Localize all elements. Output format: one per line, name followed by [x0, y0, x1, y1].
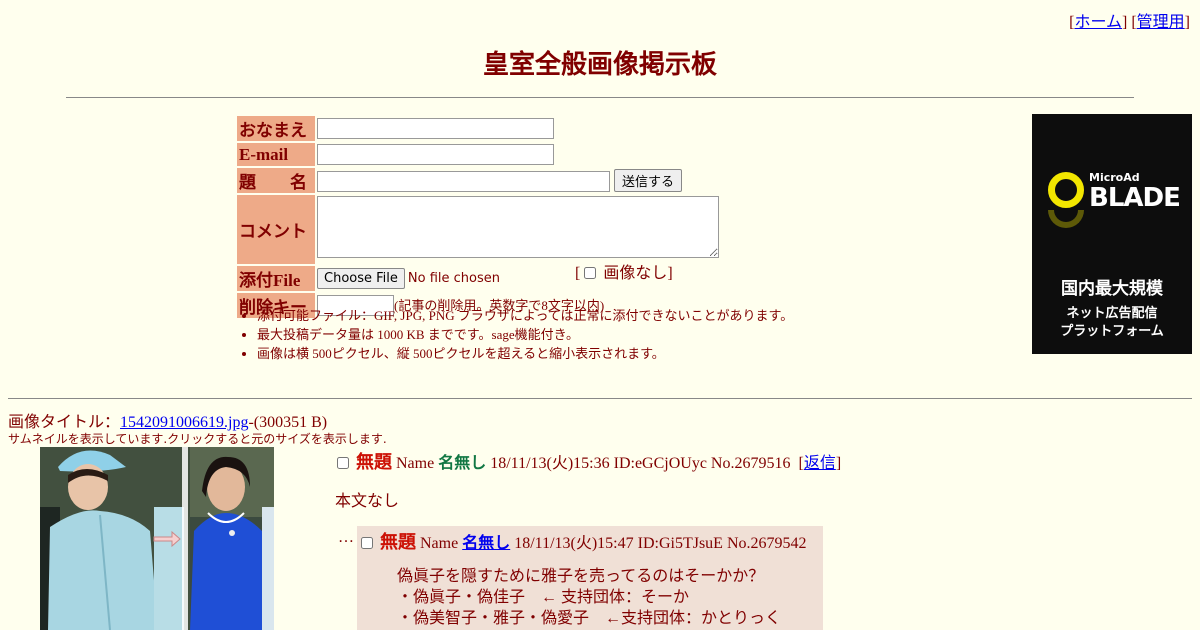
reply-marker: … [338, 529, 354, 546]
reply-line: ・偽美智子・雅子・偽愛子 ←支持団体：かとりっく [397, 610, 782, 627]
bracket: ] [1184, 14, 1190, 31]
op-delete-checkbox[interactable] [337, 457, 349, 469]
post-form: おなまえ E-mail 題 名 送信する コメント 添付File Choose … [237, 114, 720, 320]
bracket: ] [667, 265, 673, 282]
op-name-label: Name [396, 455, 435, 472]
bracket: [ [575, 265, 581, 282]
file-label: 添付File [237, 266, 315, 291]
name-input[interactable] [317, 118, 554, 139]
page-title: 皇室全般画像掲示板 [482, 50, 717, 80]
reply-header: 無題 Name 名無し 18/11/13(火)15:47 ID:Gi5TJsuE… [361, 528, 807, 554]
ad-logo-ring-icon [1048, 172, 1084, 208]
admin-link[interactable]: 管理用 [1137, 14, 1185, 31]
reply-date-id: 18/11/13(火)15:47 ID:Gi5TJsuE No.2679542 [514, 535, 807, 552]
ad-brand-big: BLADE [1089, 183, 1181, 213]
email-input[interactable] [317, 144, 554, 165]
reply-post: 無題 Name 名無し 18/11/13(火)15:47 ID:Gi5TJsuE… [357, 526, 823, 630]
subject-input[interactable] [317, 171, 610, 192]
comment-textarea[interactable] [317, 196, 719, 258]
name-label: おなまえ [237, 116, 315, 141]
posting-rules: 添付可能ファイル：GIF, JPG, PNG ブラウザによっては正常に添付できな… [237, 306, 793, 363]
op-body: 本文なし [335, 493, 400, 510]
subject-label: 題 名 [237, 168, 315, 193]
rule-item: 画像は横 500ピクセル、縦 500ピクセルを超えると縮小表示されます。 [257, 344, 793, 363]
ad-subline: ネット広告配信 [1066, 306, 1158, 321]
rule-item: 添付可能ファイル：GIF, JPG, PNG ブラウザによっては正常に添付できな… [257, 306, 793, 325]
bracket: ] [835, 455, 842, 472]
image-size: -(300351 B) [248, 414, 328, 431]
no-image-option: [ 画像なし] [575, 259, 673, 283]
reply-line: 偽眞子を隠すために雅子を売ってるのはそーかか？ [397, 568, 765, 585]
image-file-link[interactable]: 1542091006619.jpg [120, 414, 248, 431]
email-label: E-mail [237, 143, 315, 166]
ad-logo-reflection [1048, 210, 1084, 228]
rule-item: 最大投稿データ量は 1000 KB までです。sage機能付き。 [257, 325, 793, 344]
image-title-label: 画像タイトル： [8, 414, 121, 431]
home-link[interactable]: ホーム [1074, 14, 1122, 31]
reply-delete-checkbox[interactable] [361, 537, 373, 549]
thread-thumbnail[interactable] [40, 447, 274, 630]
file-status: No file chosen [407, 271, 500, 286]
no-image-label: 画像なし [603, 265, 668, 282]
comment-label: コメント [237, 195, 315, 264]
reply-subject: 無題 [380, 532, 416, 553]
ad-subline: プラットフォーム [1060, 324, 1164, 339]
top-nav: [ホーム] [管理用] [1069, 8, 1190, 32]
ad-banner[interactable]: MicroAd BLADE 国内最大規模 ネット広告配信 プラットフォーム [1032, 114, 1192, 354]
reply-line: ・偽眞子・偽佳子 ← 支持団体：そーか [397, 589, 690, 606]
op-name: 名無し [438, 455, 487, 472]
ad-headline: 国内最大規模 [1061, 279, 1163, 299]
divider [66, 97, 1134, 98]
reply-body: 偽眞子を隠すために雅子を売ってるのはそーかか？ ・偽眞子・偽佳子 ← 支持団体：… [397, 566, 781, 629]
reply-name-link[interactable]: 名無し [462, 535, 510, 552]
no-image-checkbox[interactable] [584, 267, 597, 279]
op-post-header: 無題 Name 名無し 18/11/13(火)15:36 ID:eGCjOUyc… [337, 448, 841, 474]
image-title: 画像タイトル：1542091006619.jpg-(300351 B) [8, 408, 327, 432]
reply-link[interactable]: 返信 [804, 455, 836, 472]
thumbnail-image [40, 447, 274, 630]
divider [8, 398, 1192, 399]
reply-name-label: Name [420, 535, 459, 552]
submit-button[interactable]: 送信する [614, 169, 683, 192]
op-date-id: 18/11/13(火)15:36 ID:eGCjOUyc No.2679516 [490, 455, 791, 472]
op-subject: 無題 [356, 452, 392, 473]
bracket: ] [1122, 14, 1128, 31]
choose-file-button[interactable]: Choose File [317, 268, 405, 289]
thumbnail-note: サムネイルを表示しています.クリックすると元のサイズを表示します. [8, 432, 387, 446]
